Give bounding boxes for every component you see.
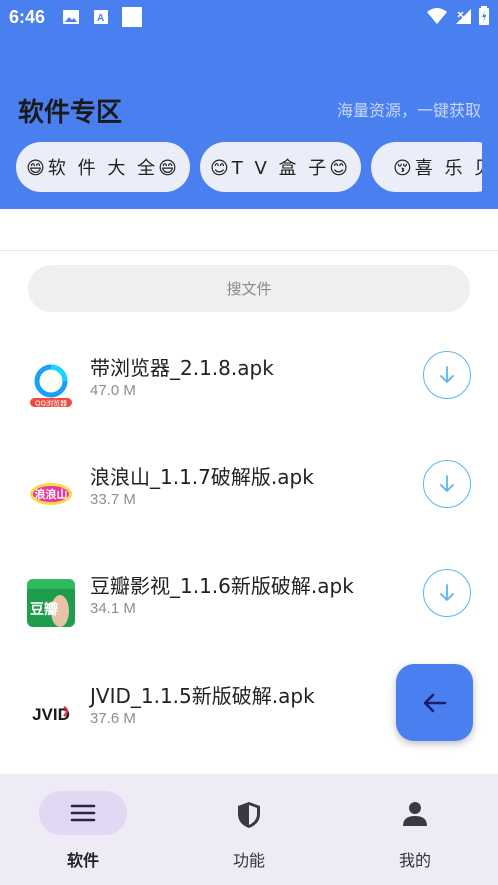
file-size: 37.6 M [90, 710, 136, 727]
arrow-left-icon [423, 693, 446, 712]
divider [0, 250, 498, 251]
nav-item-profile[interactable]: 我的 [332, 774, 498, 885]
file-size: 33.7 M [90, 491, 136, 508]
menu-icon [70, 804, 96, 822]
back-fab-button[interactable] [396, 664, 473, 741]
download-button[interactable] [423, 460, 471, 508]
file-item[interactable]: 浪浪山 浪浪山_1.1.7破解版.apk 33.7 M [0, 460, 498, 561]
image-icon [63, 10, 79, 24]
file-name: 浪浪山_1.1.7破解版.apk [90, 465, 314, 489]
langlangshan-icon: 浪浪山 [27, 470, 75, 518]
search-input[interactable]: 搜文件 [28, 265, 470, 312]
nav-label: 功能 [232, 851, 265, 870]
shield-icon [238, 802, 260, 828]
douban-video-icon: 豆瓣 [27, 579, 75, 627]
download-button[interactable] [423, 569, 471, 617]
wifi-icon [427, 8, 447, 24]
file-size: 34.1 M [90, 600, 136, 617]
svg-text:豆瓣: 豆瓣 [30, 601, 58, 618]
download-arrow-icon [440, 475, 454, 492]
signal-icon [456, 9, 471, 24]
nav-item-software[interactable]: 软件 [0, 774, 166, 885]
download-arrow-icon [440, 366, 454, 383]
category-tabs: 😄软 件 大 全😄 😊T V 盒 子😊 😚喜 乐 见 [16, 142, 482, 192]
file-name: 豆瓣影视_1.1.6新版破解.apk [90, 574, 354, 598]
search-placeholder: 搜文件 [226, 280, 272, 298]
nav-label: 软件 [66, 851, 99, 870]
tab-xilejian[interactable]: 😚喜 乐 见 [371, 142, 482, 192]
svg-text:QQ浏览器: QQ浏览器 [35, 399, 67, 408]
status-bar: 6:46 A [0, 0, 498, 34]
nav-label: 我的 [398, 851, 431, 870]
header-slogan: 海量资源，一键获取 [336, 101, 481, 120]
status-time: 6:46 [9, 7, 46, 27]
file-name: JVID_1.1.5新版破解.apk [90, 684, 315, 708]
file-size: 47.0 M [90, 382, 136, 399]
battery-icon [479, 6, 489, 25]
font-app-icon: A [94, 10, 108, 24]
white-square-icon [122, 7, 142, 27]
tab-tv-box[interactable]: 😊T V 盒 子😊 [200, 142, 361, 192]
tab-software-collection[interactable]: 😄软 件 大 全😄 [16, 142, 190, 192]
file-item[interactable]: 豆瓣 豆瓣影视_1.1.6新版破解.apk 34.1 M [0, 569, 498, 670]
file-item[interactable]: QQ浏览器 带浏览器_2.1.8.apk 47.0 M [0, 351, 498, 452]
person-icon [403, 802, 427, 826]
bottom-navigation: 软件 功能 我的 [0, 774, 498, 885]
download-arrow-icon [440, 584, 454, 601]
svg-text:A: A [97, 13, 104, 24]
download-button[interactable] [423, 351, 471, 399]
jvid-icon: JVID [27, 689, 75, 737]
svg-text:浪浪山: 浪浪山 [35, 487, 68, 501]
file-name: 带浏览器_2.1.8.apk [90, 356, 274, 380]
qq-browser-icon: QQ浏览器 [27, 361, 75, 409]
page-title: 软件专区 [18, 98, 123, 128]
header-banner: 6:46 A 软件专区 海量资源，一键获取 😄软 件 大 全😄 😊T V 盒 子… [0, 0, 498, 209]
nav-item-features[interactable]: 功能 [166, 774, 332, 885]
